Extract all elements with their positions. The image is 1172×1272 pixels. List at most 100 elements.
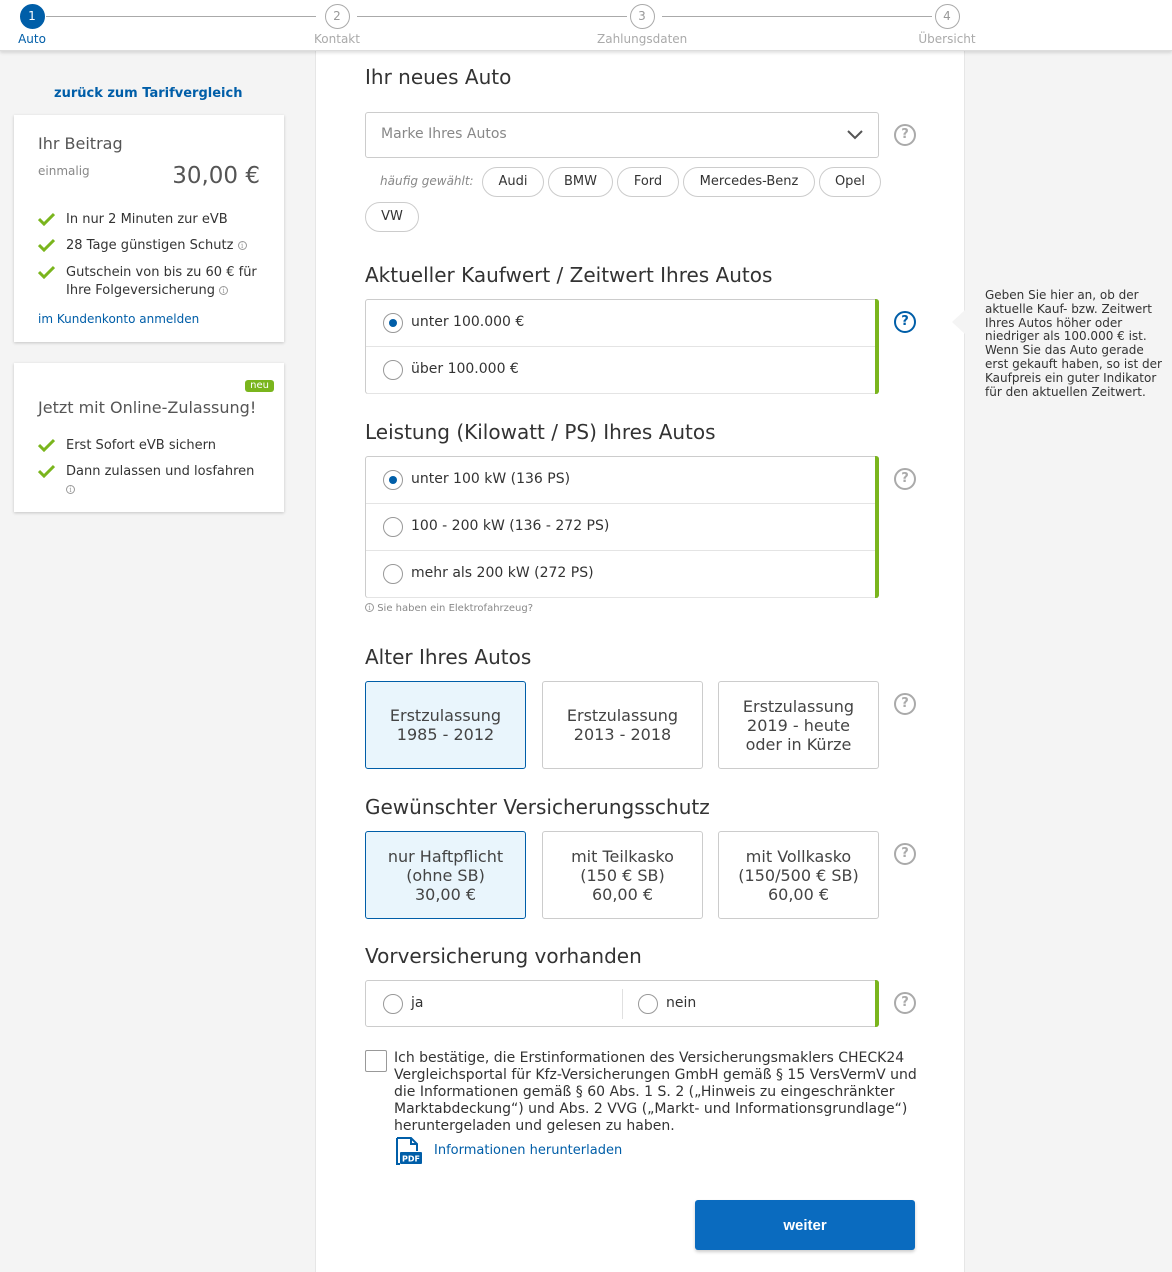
weiter-button[interactable]: weiter [695, 1200, 915, 1250]
help-icon[interactable]: ? [894, 843, 916, 865]
radio-button[interactable] [383, 517, 403, 537]
step-number: 2 [324, 4, 350, 29]
radio-button[interactable] [383, 994, 403, 1014]
age-tile-1985-2012[interactable]: Erstzulassung 1985 - 2012 [365, 681, 526, 769]
frequent-label: häufig gewählt: [380, 174, 474, 188]
radio-label: ja [411, 995, 424, 1011]
stepper-line [357, 16, 627, 17]
step-label: Übersicht [918, 32, 976, 46]
elektro-hint-link[interactable]: i Sie haben ein Elektrofahrzeug? [365, 603, 533, 614]
pdf-icon-label: PDF [402, 1155, 420, 1164]
help-icon[interactable]: ? [894, 693, 916, 715]
tile-line: (ohne SB) [406, 865, 485, 885]
radio-option[interactable]: mehr als 200 kW (272 PS) [366, 551, 878, 598]
brand-bmw-button[interactable]: BMW [548, 167, 613, 197]
online-zulassung-title: Jetzt mit Online-Zulassung! [38, 398, 257, 417]
checkmark-icon [38, 265, 55, 279]
radio-option[interactable]: unter 100 kW (136 PS) [366, 457, 878, 504]
step-number: 3 [629, 4, 655, 29]
radio-option[interactable]: über 100.000 € [366, 347, 878, 394]
kaufwert-radio-group: unter 100.000 € über 100.000 € [365, 299, 879, 394]
online-zulassung-card: neu Jetzt mit Online-Zulassung! Erst Sof… [14, 363, 284, 512]
tile-line: mit Vollkasko [745, 846, 852, 866]
info-icon[interactable]: i [237, 241, 247, 250]
section-title-vorversicherung: Vorversicherung vorhanden [365, 944, 642, 968]
step-label: Zahlungsdaten [597, 32, 688, 46]
help-icon[interactable]: ? [894, 311, 916, 333]
brand-audi-button[interactable]: Audi [482, 167, 544, 197]
help-icon[interactable]: ? [894, 124, 916, 146]
brand-ford-button[interactable]: Ford [617, 167, 679, 197]
section-title-leistung: Leistung (Kilowatt / PS) Ihres Autos [365, 420, 716, 444]
help-tooltip: Geben Sie hier an, ob der aktuelle Kauf-… [965, 280, 1172, 430]
customer-login-link[interactable]: im Kundenkonto anmelden [38, 312, 199, 326]
vorversicherung-radio-group: ja nein [365, 980, 879, 1027]
radio-label: 100 - 200 kW (136 - 272 PS) [411, 518, 610, 534]
tile-line: nur Haftpflicht [387, 846, 504, 866]
tile-line: oder in Kürze [745, 734, 852, 754]
radio-button[interactable] [383, 470, 403, 490]
radio-option-nein[interactable]: nein [621, 981, 876, 1026]
radio-button[interactable] [638, 994, 658, 1014]
pdf-file-icon: PDF [396, 1137, 422, 1165]
stepper-line [46, 16, 316, 17]
radio-label: unter 100 kW (136 PS) [411, 471, 571, 487]
brand-select[interactable]: Marke Ihres Autos [365, 112, 879, 158]
premium-price: 30,00 € [172, 163, 260, 189]
coverage-tile-haftpflicht[interactable]: nur Haftpflicht (ohne SB) 30,00 € [365, 831, 526, 919]
download-info-text: Informationen herunterladen [434, 1143, 623, 1158]
tile-price: 60,00 € [767, 884, 830, 904]
beitrag-card: Ihr Beitrag einmalig 30,00 € In nur 2 Mi… [14, 115, 284, 342]
elektro-hint-text: Sie haben ein Elektrofahrzeug? [377, 603, 534, 614]
brand-opel-button[interactable]: Opel [819, 167, 881, 197]
back-to-comparison-link[interactable]: zurück zum Tarifvergleich [54, 86, 242, 101]
section-title-alter: Alter Ihres Autos [365, 645, 532, 669]
radio-option[interactable]: unter 100.000 € [366, 300, 878, 347]
age-tile-2013-2018[interactable]: Erstzulassung 2013 - 2018 [542, 681, 703, 769]
tile-line: (150/500 € SB) [738, 865, 859, 885]
radio-button[interactable] [383, 564, 403, 584]
radio-label: mehr als 200 kW (272 PS) [411, 565, 594, 581]
brand-select-placeholder: Marke Ihres Autos [381, 126, 507, 142]
checkmark-icon [38, 212, 55, 226]
beitrag-title: Ihr Beitrag [38, 134, 123, 153]
help-icon[interactable]: ? [894, 992, 916, 1014]
valid-indicator [875, 299, 879, 394]
info-icon[interactable]: i [66, 485, 75, 494]
confirm-text: Ich bestätige, die Erstinformationen des… [394, 1050, 917, 1134]
radio-label: nein [666, 995, 697, 1011]
info-icon[interactable]: i [219, 286, 229, 295]
tile-line: 1985 - 2012 [396, 725, 495, 744]
brand-mercedes-button[interactable]: Mercedes-Benz [683, 167, 815, 197]
info-icon: i [365, 603, 374, 612]
benefit-text: Ihre Folgeversicherung [66, 283, 215, 298]
new-badge: neu [245, 380, 274, 392]
brand-vw-button[interactable]: VW [365, 202, 419, 232]
tile-line: Erstzulassung [566, 706, 679, 725]
confirm-checkbox[interactable] [365, 1050, 387, 1072]
step-number: 4 [934, 4, 960, 29]
step-auto[interactable]: 1 Auto [0, 4, 77, 46]
tooltip-text: Geben Sie hier an, ob der aktuelle Kauf-… [985, 288, 1162, 399]
tile-line: Erstzulassung [742, 696, 855, 716]
radio-button[interactable] [383, 360, 403, 380]
radio-option-ja[interactable]: ja [366, 981, 621, 1026]
valid-indicator [875, 456, 879, 598]
checkmark-icon [38, 438, 55, 452]
tile-line: 2013 - 2018 [573, 725, 672, 744]
radio-label: unter 100.000 € [411, 314, 525, 330]
chevron-down-icon [847, 130, 863, 140]
tile-price: 60,00 € [591, 884, 654, 904]
coverage-tile-teilkasko[interactable]: mit Teilkasko (150 € SB) 60,00 € [542, 831, 703, 919]
radio-button[interactable] [383, 313, 403, 333]
tile-line: mit Teilkasko [571, 846, 674, 866]
step-zahlungsdaten: 3 Zahlungsdaten [597, 4, 687, 46]
radio-option[interactable]: 100 - 200 kW (136 - 272 PS) [366, 504, 878, 551]
step-kontakt: 2 Kontakt [292, 4, 382, 46]
help-icon[interactable]: ? [894, 468, 916, 490]
coverage-tile-vollkasko[interactable]: mit Vollkasko (150/500 € SB) 60,00 € [718, 831, 879, 919]
benefit-text: Erst Sofort eVB sichern [66, 438, 216, 453]
tile-line: Erstzulassung [389, 706, 502, 725]
tile-line: 2019 - heute [747, 715, 850, 735]
age-tile-2019-heute[interactable]: Erstzulassung 2019 - heute oder in Kürze [718, 681, 879, 769]
